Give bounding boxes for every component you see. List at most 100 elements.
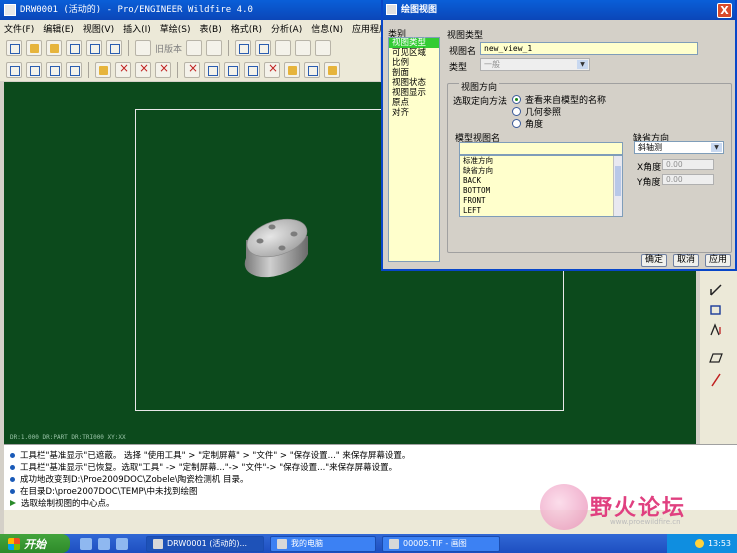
- dialog-close-button[interactable]: X: [717, 3, 732, 18]
- dialog-titlebar: 绘图视图 X: [383, 0, 735, 20]
- menu-view[interactable]: 视图(V): [83, 22, 114, 35]
- redo-icon[interactable]: [255, 40, 272, 56]
- main-window-title: DRW0001 (活动的) - Pro/ENGINEER Wildfire 4.…: [20, 5, 253, 15]
- delete-icon[interactable]: [184, 61, 200, 78]
- model-view-list-scrollbar[interactable]: [613, 156, 622, 216]
- coordinate-system-icon[interactable]: [155, 61, 171, 78]
- category-item-alignment[interactable]: 对齐: [389, 108, 439, 118]
- model-view-item[interactable]: LEFT: [460, 206, 622, 216]
- new-file-icon[interactable]: [6, 40, 22, 56]
- task-label: 00005.TIF - 画图: [403, 539, 467, 548]
- lock-icon[interactable]: [264, 61, 280, 78]
- cut-icon[interactable]: [275, 40, 292, 56]
- default-orientation-value: 斜轴测: [638, 143, 662, 152]
- scrollbar-thumb[interactable]: [615, 166, 621, 196]
- menu-file[interactable]: 文件(F): [4, 22, 34, 35]
- ok-button[interactable]: 确定: [641, 254, 667, 267]
- rectangle-tool-icon[interactable]: [708, 302, 724, 318]
- parallelogram-tool-icon[interactable]: [708, 350, 724, 366]
- category-item-visible-area[interactable]: 可见区域: [389, 48, 439, 58]
- paste2-icon[interactable]: [315, 40, 332, 56]
- apply-button[interactable]: 应用: [705, 254, 731, 267]
- menu-sketch[interactable]: 草绘(S): [160, 22, 191, 35]
- menu-table[interactable]: 表(B): [200, 22, 222, 35]
- menu-insert[interactable]: 插入(I): [123, 22, 151, 35]
- category-item-origin[interactable]: 原点: [389, 98, 439, 108]
- open-file-icon[interactable]: [26, 40, 42, 56]
- show-desktop-icon[interactable]: [116, 537, 128, 550]
- shading-icon[interactable]: [66, 62, 82, 78]
- line-tool-icon[interactable]: [708, 282, 724, 298]
- show-annotations-icon[interactable]: [284, 62, 300, 78]
- task-button-paint[interactable]: 00005.TIF - 画图: [382, 535, 500, 552]
- message-text: 选取绘制视图的中心点。: [21, 499, 115, 509]
- menu-analysis[interactable]: 分析(A): [271, 22, 302, 35]
- datum-axis-icon[interactable]: [115, 61, 131, 78]
- task-button-proe[interactable]: DRW0001 (活动的)...: [146, 535, 264, 552]
- regenerate-icon[interactable]: [224, 62, 240, 78]
- table-icon[interactable]: [324, 62, 340, 78]
- note-icon[interactable]: [304, 62, 320, 78]
- model-view-item[interactable]: 标准方向: [460, 156, 622, 166]
- message-line: 工具栏"基准显示"已遮蔽。 选择 "使用工具" > "定制屏幕" > "文件" …: [10, 449, 731, 461]
- menu-info[interactable]: 信息(N): [311, 22, 343, 35]
- radio-checked-icon[interactable]: [512, 95, 521, 104]
- y-angle-input: 0.00: [662, 174, 714, 185]
- task-button-my-computer[interactable]: 我的电脑: [270, 535, 376, 552]
- media-player-icon[interactable]: [98, 537, 110, 550]
- model-view-item[interactable]: 缺省方向: [460, 166, 622, 176]
- category-item-view-states[interactable]: 视图状态: [389, 78, 439, 88]
- undo-icon[interactable]: [235, 40, 252, 56]
- cancel-button[interactable]: 取消: [673, 254, 699, 267]
- category-item-view-type[interactable]: 视图类型: [389, 38, 439, 48]
- copy-icon[interactable]: [186, 40, 203, 56]
- start-button[interactable]: 开始: [0, 534, 70, 553]
- category-list: 视图类型 可见区域 比例 剖面 视图状态 视图显示 原点 对齐: [388, 37, 440, 262]
- open-folder-icon[interactable]: [46, 40, 62, 56]
- radio-icon[interactable]: [512, 107, 521, 116]
- windows-flag-icon: [8, 537, 20, 550]
- category-item-scale[interactable]: 比例: [389, 58, 439, 68]
- category-item-view-display[interactable]: 视图显示: [389, 88, 439, 98]
- method-radio-angles[interactable]: 角度: [512, 117, 543, 130]
- wireframe-icon[interactable]: [6, 62, 22, 78]
- task-label: DRW0001 (活动的)...: [167, 539, 248, 548]
- menu-edit[interactable]: 编辑(E): [43, 22, 74, 35]
- model-view-name-input[interactable]: [459, 142, 623, 155]
- menu-format[interactable]: 格式(R): [231, 22, 262, 35]
- datum-point-icon[interactable]: [135, 61, 151, 78]
- constraint-tool-icon[interactable]: [708, 322, 724, 338]
- print-icon[interactable]: [86, 40, 102, 56]
- no-hidden-icon[interactable]: [46, 62, 62, 78]
- file-toolbar: 旧版本: [0, 37, 380, 59]
- chevron-down-icon[interactable]: ▼: [711, 143, 722, 152]
- ie-icon[interactable]: [80, 537, 92, 550]
- view-name-label: 视图名: [449, 47, 477, 57]
- category-item-section[interactable]: 剖面: [389, 68, 439, 78]
- email-icon[interactable]: [106, 40, 122, 56]
- hidden-line-icon[interactable]: [26, 62, 42, 78]
- y-angle-label: Y角度: [637, 178, 661, 188]
- model-view-item[interactable]: BACK: [460, 176, 622, 186]
- quick-launch: [80, 537, 128, 550]
- default-orientation-select[interactable]: 斜轴测 ▼: [634, 141, 724, 154]
- model-view-item[interactable]: BOTTOM: [460, 186, 622, 196]
- slash-tool-icon[interactable]: [708, 372, 724, 388]
- model-view-item[interactable]: FRONT: [460, 196, 622, 206]
- old-version-label: 旧版本: [155, 44, 183, 55]
- old-version-icon[interactable]: [135, 40, 151, 56]
- datum-plane-icon[interactable]: [95, 62, 111, 78]
- copy2-icon[interactable]: [295, 40, 312, 56]
- view-name-input[interactable]: new_view_1: [480, 42, 698, 55]
- save-icon[interactable]: [66, 40, 82, 56]
- tray-icon[interactable]: [694, 539, 704, 548]
- move-icon[interactable]: [204, 62, 220, 78]
- snap-icon[interactable]: [244, 62, 260, 78]
- message-line: 工具栏"基准显示"已恢复。选取"工具" -> "定制屏幕..."-> "文件"-…: [10, 461, 731, 473]
- info-bullet-icon: [10, 476, 15, 482]
- view-type-section-label: 视图类型: [447, 31, 484, 41]
- radio-icon[interactable]: [512, 119, 521, 128]
- paste-icon[interactable]: [206, 40, 223, 56]
- part-model-view[interactable]: [240, 218, 316, 282]
- type-label: 类型: [449, 63, 468, 73]
